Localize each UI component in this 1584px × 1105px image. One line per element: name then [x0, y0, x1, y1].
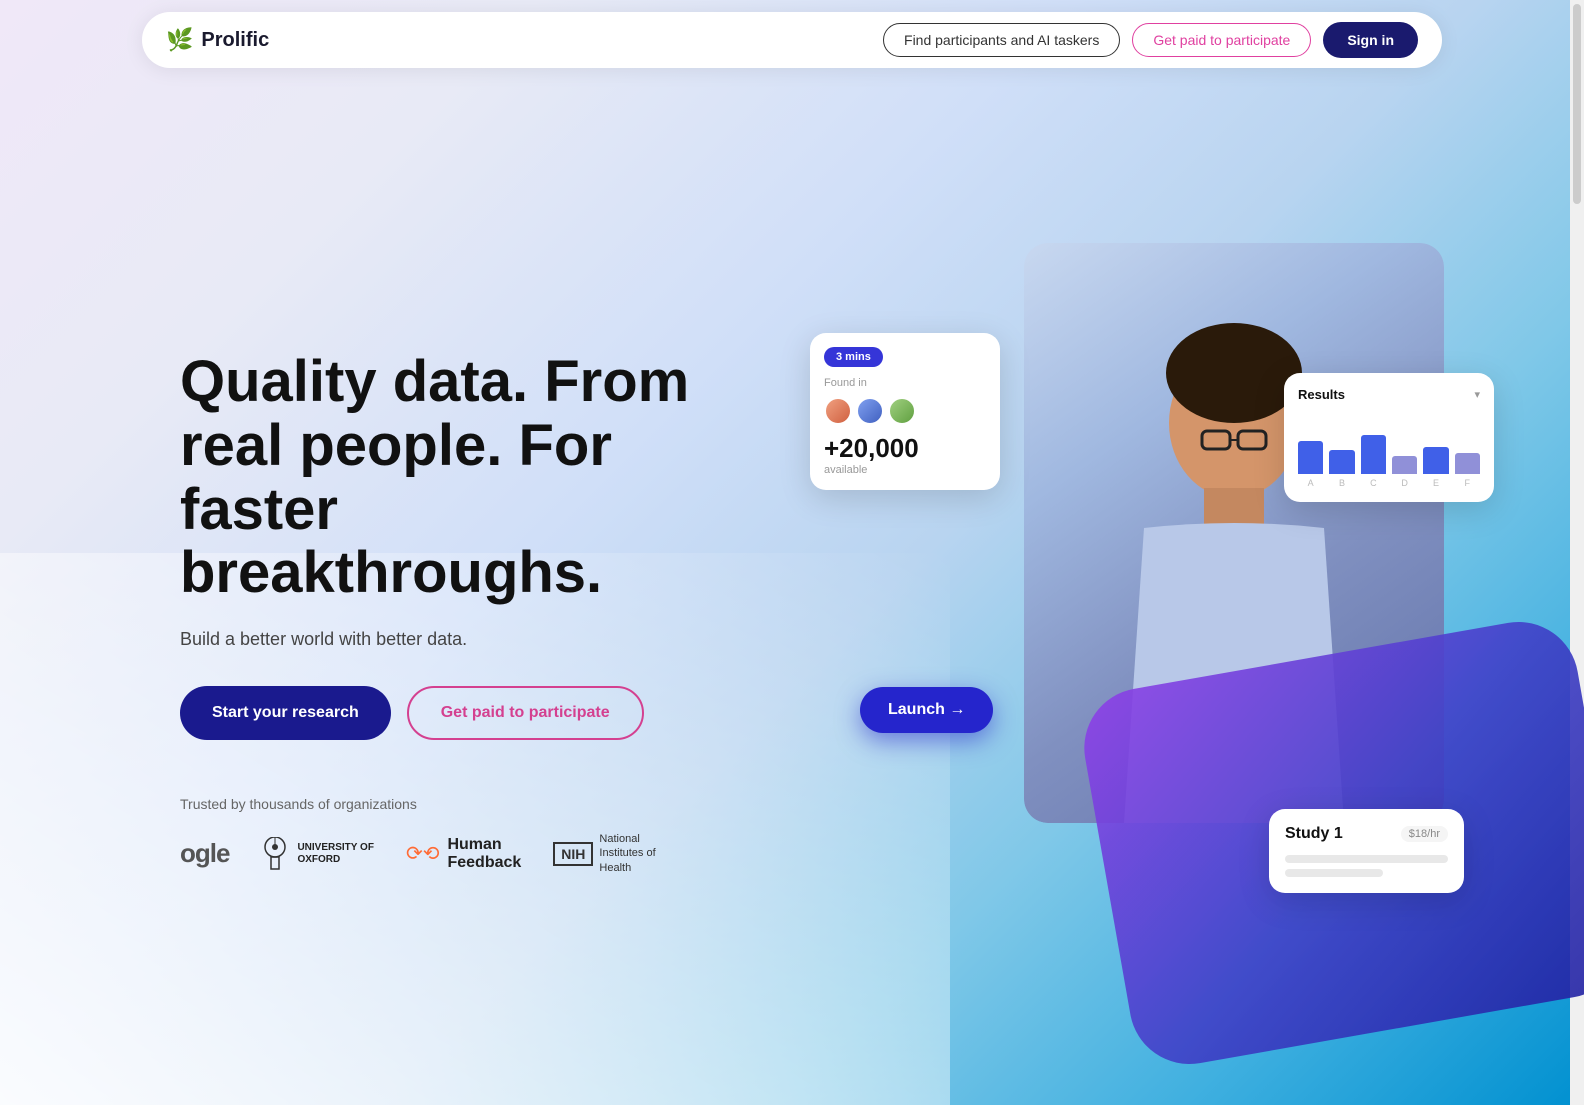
study-price: $18/hr [1401, 826, 1448, 842]
participants-count: +20,000 [824, 433, 986, 464]
google-logo-text: ogle [180, 838, 229, 869]
chart-label-e: E [1423, 478, 1448, 488]
study-title: Study 1 [1285, 825, 1343, 843]
get-paid-nav-button[interactable]: Get paid to participate [1132, 23, 1311, 57]
study-lines [1285, 855, 1448, 877]
trusted-logos: ogle UNIVERSITY OF OXFORD [180, 832, 700, 875]
human-feedback-text: Human Feedback [447, 836, 521, 872]
results-title: Results [1298, 387, 1345, 402]
google-logo: ogle [180, 838, 229, 869]
results-card: Results ▾ A B C D E F [1284, 373, 1494, 502]
get-paid-hero-button[interactable]: Get paid to participate [407, 686, 644, 740]
oxford-university-text: UNIVERSITY OF [297, 842, 374, 854]
launch-text: Launch → [888, 701, 965, 719]
hero-buttons: Start your research Get paid to particip… [180, 686, 700, 740]
avatar-1 [824, 397, 852, 425]
participants-card: 3 mins Found in +20,000 available [810, 333, 1000, 490]
chart-bar-c [1361, 435, 1386, 474]
chart-bar-f [1455, 453, 1480, 474]
hero-headline: Quality data. From real people. For fast… [180, 350, 700, 605]
oxford-logo: UNIVERSITY OF OXFORD [261, 837, 374, 871]
human-feedback-logo: ⟳⟲ Human Feedback [406, 836, 521, 872]
human-feedback-suffix: Feedback [447, 854, 521, 872]
human-feedback-prefix: Human [447, 836, 521, 854]
chart-label-b: B [1329, 478, 1354, 488]
avatar-3 [888, 397, 916, 425]
oxford-name-text: OXFORD [297, 854, 374, 866]
study-card: Study 1 $18/hr [1269, 809, 1464, 893]
nih-logo: NIH National Institutes of Health [553, 832, 679, 875]
sign-in-button[interactable]: Sign in [1323, 22, 1418, 58]
study-line-2 [1285, 869, 1383, 877]
chart-bars [1298, 414, 1480, 474]
study-line-1 [1285, 855, 1448, 863]
logo-icon: 🌿 [166, 27, 193, 53]
trusted-text: Trusted by thousands of organizations [180, 796, 700, 812]
find-participants-button[interactable]: Find participants and AI taskers [883, 23, 1120, 57]
chart-bar-b [1329, 450, 1354, 474]
found-in-text: Found in [824, 377, 986, 389]
nav-actions: Find participants and AI taskers Get pai… [883, 22, 1418, 58]
avatar-2 [856, 397, 884, 425]
avatars-row [824, 397, 986, 425]
logo-text: Prolific [201, 29, 269, 52]
participants-label: available [824, 464, 986, 476]
hero-content: Quality data. From real people. For fast… [0, 0, 1584, 1105]
oxford-text: UNIVERSITY OF OXFORD [297, 842, 374, 866]
oxford-crest-icon [261, 837, 289, 871]
nih-full-name: National Institutes of Health [599, 832, 679, 875]
results-dropdown[interactable]: ▾ [1474, 388, 1480, 401]
chart-bar-d [1392, 456, 1417, 474]
chart-labels: A B C D E F [1298, 478, 1480, 488]
chart-bar-a [1298, 441, 1323, 474]
launch-button[interactable]: Launch → [860, 687, 993, 733]
hero-right: 3 mins Found in +20,000 available Result… [780, 273, 1524, 953]
human-feedback-icon: ⟳⟲ [406, 841, 440, 866]
hero-subtext: Build a better world with better data. [180, 629, 700, 650]
chart-bar-e [1423, 447, 1448, 474]
time-pill: 3 mins [824, 347, 883, 367]
start-research-button[interactable]: Start your research [180, 686, 391, 740]
hero-section: Quality data. From real people. For fast… [0, 0, 1584, 1105]
logo[interactable]: 🌿 Prolific [166, 27, 269, 53]
chart-label-a: A [1298, 478, 1323, 488]
chart-label-d: D [1392, 478, 1417, 488]
chart-label-c: C [1361, 478, 1386, 488]
trusted-section: Trusted by thousands of organizations og… [180, 796, 700, 875]
hero-left: Quality data. From real people. For fast… [180, 350, 700, 875]
navbar: 🌿 Prolific Find participants and AI task… [142, 12, 1442, 68]
nih-abbr: NIH [553, 842, 593, 866]
chart-label-f: F [1455, 478, 1480, 488]
